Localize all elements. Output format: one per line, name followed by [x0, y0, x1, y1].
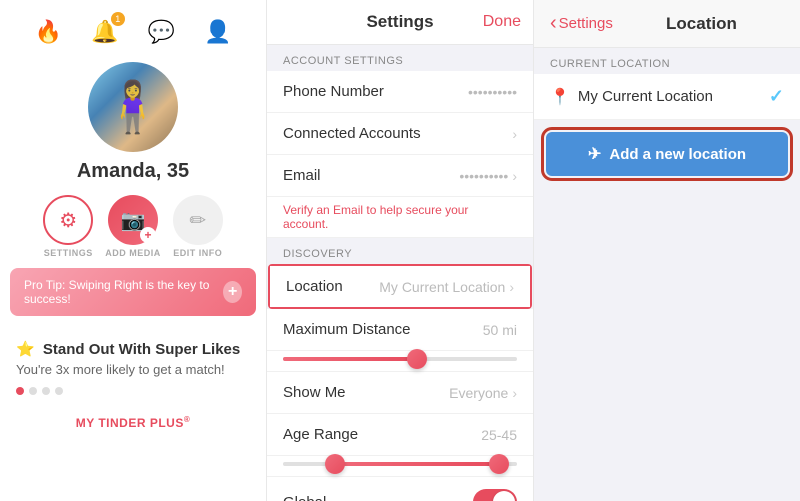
chevron-icon: ›	[512, 126, 517, 142]
location-panel: ‹ Settings Location CURRENT LOCATION 📍 M…	[534, 0, 800, 501]
dot-3	[42, 387, 50, 395]
dot-2	[29, 387, 37, 395]
show-me-value: Everyone ›	[449, 385, 517, 401]
dots-indicator	[16, 387, 250, 395]
media-action[interactable]: 📷 + ADD MEDIA	[105, 195, 161, 258]
slider-fill	[283, 357, 412, 361]
phone-obscured: ••••••••••	[468, 84, 517, 100]
edit-button[interactable]: ✏	[173, 195, 223, 245]
done-button[interactable]: Done	[483, 13, 521, 31]
location-pin-icon: 📍	[550, 87, 570, 107]
max-distance-label: Maximum Distance	[283, 321, 411, 338]
connected-accounts-row[interactable]: Connected Accounts ›	[267, 113, 533, 155]
age-range-row[interactable]: Age Range 25-45	[267, 414, 533, 456]
pro-tip-plus-icon[interactable]: +	[223, 281, 242, 303]
chevron-icon-location: ›	[509, 279, 514, 295]
slider-thumb[interactable]	[407, 349, 427, 369]
max-distance-row[interactable]: Maximum Distance 50 mi	[267, 309, 533, 351]
add-media-button[interactable]: 📷 +	[108, 195, 158, 245]
notification-icon[interactable]: 🔔 1	[87, 14, 123, 50]
age-slider[interactable]	[267, 456, 533, 477]
slider-track	[283, 357, 517, 361]
settings-header: Settings Done	[267, 0, 533, 45]
show-me-label: Show Me	[283, 384, 346, 401]
max-distance-value: 50 mi	[483, 322, 517, 338]
pro-tip-banner[interactable]: Pro Tip: Swiping Right is the key to suc…	[10, 268, 256, 316]
super-likes-title: ⭐ Stand Out With Super Likes	[16, 340, 250, 358]
email-verify-text: Verify an Email to help secure your acco…	[267, 197, 533, 238]
discovery-section-label: DISCOVERY	[267, 238, 533, 264]
global-toggle[interactable]	[473, 489, 517, 501]
chevron-icon-email: ›	[512, 168, 517, 184]
edit-label: EDIT INFO	[173, 248, 222, 258]
top-nav-icons: 🔥 🔔 1 💬 👤	[0, 10, 266, 58]
settings-action[interactable]: ⚙ SETTINGS	[43, 195, 93, 258]
dot-1	[16, 387, 24, 395]
location-row[interactable]: Location My Current Location ›	[270, 266, 530, 307]
avatar-image: 🧍‍♀️	[102, 78, 164, 137]
media-plus-icon: +	[140, 227, 156, 243]
location-row-highlighted[interactable]: Location My Current Location ›	[268, 264, 532, 309]
phone-label: Phone Number	[283, 83, 384, 100]
profile-icon[interactable]: 👤	[200, 14, 236, 50]
location-label: Location	[286, 278, 343, 295]
location-header: ‹ Settings Location	[534, 0, 800, 48]
media-label: ADD MEDIA	[105, 248, 161, 258]
notification-badge: 1	[111, 12, 125, 26]
settings-title: Settings	[366, 12, 433, 32]
action-buttons: ⚙ SETTINGS 📷 + ADD MEDIA ✏ EDIT INFO	[43, 195, 223, 258]
avatar: 🧍‍♀️	[88, 62, 178, 152]
age-range-value: 25-45	[481, 427, 517, 443]
email-obscured: ••••••••••	[459, 168, 508, 184]
email-row[interactable]: Email •••••••••• ›	[267, 155, 533, 197]
tinder-plus-button[interactable]: MY TINDER PLUS®	[16, 409, 250, 436]
email-label: Email	[283, 167, 321, 184]
current-location-row[interactable]: 📍 My Current Location ✓	[534, 74, 800, 120]
settings-label: SETTINGS	[44, 248, 93, 258]
plane-icon: ✈	[588, 144, 601, 164]
star-icon: ⭐	[16, 341, 35, 358]
pro-tip-text: Pro Tip: Swiping Right is the key to suc…	[24, 278, 223, 306]
settings-panel: Settings Done ACCOUNT SETTINGS Phone Num…	[267, 0, 534, 501]
profile-panel: 🔥 🔔 1 💬 👤 🧍‍♀️ Amanda, 35 ⚙ SETTINGS 📷 +	[0, 0, 267, 501]
age-slider-fill	[330, 462, 494, 466]
dot-4	[55, 387, 63, 395]
age-slider-thumb-right[interactable]	[489, 454, 509, 474]
account-section-label: ACCOUNT SETTINGS	[267, 45, 533, 71]
email-value: •••••••••• ›	[459, 168, 517, 184]
show-me-row[interactable]: Show Me Everyone ›	[267, 372, 533, 414]
gear-icon: ⚙	[59, 208, 77, 233]
add-location-label: Add a new location	[609, 146, 746, 163]
toggle-knob	[493, 491, 515, 501]
age-range-label: Age Range	[283, 426, 358, 443]
current-location-label: CURRENT LOCATION	[534, 48, 800, 74]
location-value: My Current Location ›	[379, 279, 514, 295]
phone-row[interactable]: Phone Number ••••••••••	[267, 71, 533, 113]
global-row[interactable]: Global	[267, 477, 533, 501]
distance-slider[interactable]	[267, 351, 533, 372]
back-button[interactable]: ‹ Settings	[550, 12, 613, 35]
current-location-name: My Current Location	[578, 88, 769, 105]
chevron-icon-show: ›	[512, 385, 517, 401]
edit-action[interactable]: ✏ EDIT INFO	[173, 195, 223, 258]
settings-button[interactable]: ⚙	[43, 195, 93, 245]
pencil-icon: ✏	[189, 208, 206, 233]
back-arrow-icon: ‹	[550, 12, 557, 35]
age-slider-thumb-left[interactable]	[325, 454, 345, 474]
age-slider-track	[283, 462, 517, 466]
phone-value: ••••••••••	[468, 84, 517, 100]
checkmark-icon: ✓	[769, 86, 784, 107]
super-likes-subtitle: You're 3x more likely to get a match!	[16, 362, 250, 377]
chat-icon[interactable]: 💬	[143, 14, 179, 50]
super-likes-section: ⭐ Stand Out With Super Likes You're 3x m…	[0, 326, 266, 436]
global-label: Global	[283, 494, 326, 501]
add-location-button[interactable]: ✈ Add a new location	[546, 132, 788, 176]
connected-label: Connected Accounts	[283, 125, 421, 142]
user-name: Amanda, 35	[77, 160, 189, 183]
flame-icon[interactable]: 🔥	[30, 14, 66, 50]
location-panel-title: Location	[666, 14, 737, 34]
